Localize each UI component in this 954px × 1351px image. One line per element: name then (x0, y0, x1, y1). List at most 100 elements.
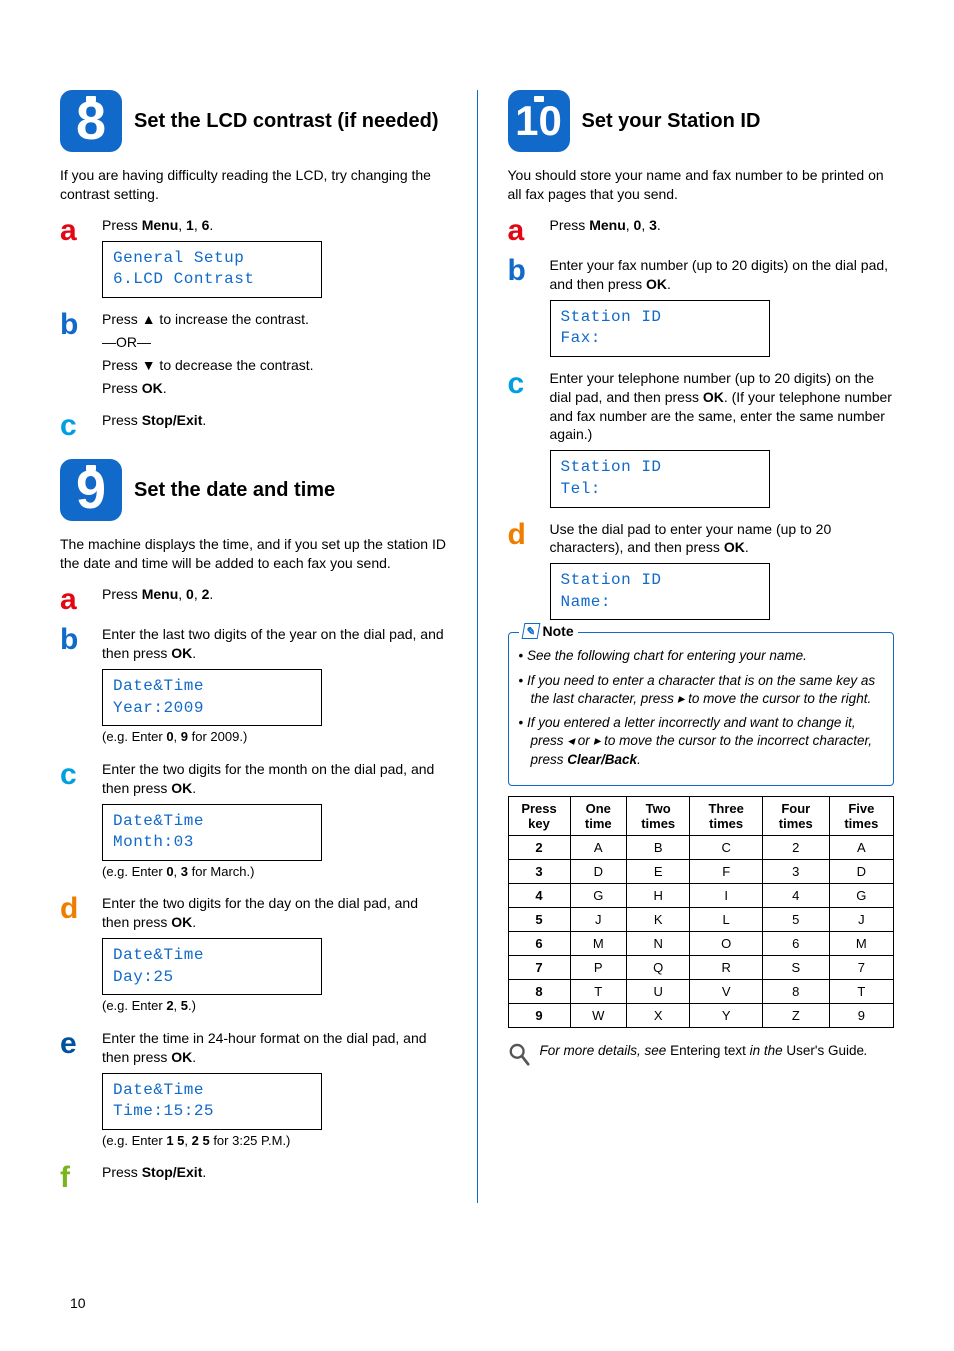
table-cell: 9 (508, 1003, 570, 1027)
table-row: 2ABC2A (508, 835, 894, 859)
step-10c-letter: c (508, 369, 536, 510)
note-box: ✎ Note See the following chart for enter… (508, 632, 895, 785)
step-9c-letter: c (60, 760, 88, 885)
table-cell: K (626, 907, 689, 931)
table-cell: J (570, 907, 626, 931)
step-9b-text: Enter the last two digits of the year on… (102, 625, 447, 750)
table-cell: Q (626, 955, 689, 979)
table-cell: I (690, 883, 763, 907)
table-cell: U (626, 979, 689, 1003)
table-cell: G (829, 883, 893, 907)
lcd-8a: General Setup 6.LCD Contrast (102, 241, 322, 298)
table-cell: M (570, 931, 626, 955)
page-number: 10 (70, 1295, 86, 1311)
lcd-10b: Station ID Fax: (550, 300, 770, 357)
table-cell: Y (690, 1003, 763, 1027)
lcd-9b: Date&Time Year:2009 (102, 669, 322, 726)
table-header: Five times (829, 796, 893, 835)
table-cell: D (570, 859, 626, 883)
note-label: Note (543, 623, 574, 639)
lcd-9e: Date&Time Time:15:25 (102, 1073, 322, 1130)
step-9d-text: Enter the two digits for the day on the … (102, 894, 447, 1019)
table-cell: P (570, 955, 626, 979)
section-10-title: Set your Station ID (582, 109, 761, 134)
section-9-title: Set the date and time (134, 478, 335, 503)
step-10d-letter: d (508, 520, 536, 623)
table-cell: T (829, 979, 893, 1003)
table-cell: B (626, 835, 689, 859)
down-arrow-icon: ▼ (142, 357, 156, 373)
step-number-8: 8 (60, 90, 122, 152)
table-cell: O (690, 931, 763, 955)
table-cell: D (829, 859, 893, 883)
table-cell: 6 (508, 931, 570, 955)
table-header: Four times (762, 796, 829, 835)
step-10a-letter: a (508, 216, 536, 246)
table-cell: R (690, 955, 763, 979)
step-8a-text: Press Menu, 1, 6. (102, 216, 447, 235)
table-row: 3DEF3D (508, 859, 894, 883)
table-cell: C (690, 835, 763, 859)
table-row: 5JKL5J (508, 907, 894, 931)
section-8-intro: If you are having difficulty reading the… (60, 166, 447, 204)
table-row: 8TUV8T (508, 979, 894, 1003)
table-cell: G (570, 883, 626, 907)
table-row: 9WXYZ9 (508, 1003, 894, 1027)
step-8b-letter: b (60, 310, 88, 402)
table-cell: W (570, 1003, 626, 1027)
table-cell: A (570, 835, 626, 859)
table-cell: M (829, 931, 893, 955)
step-10d-text: Use the dial pad to enter your name (up … (550, 520, 895, 623)
table-cell: 6 (762, 931, 829, 955)
table-cell: 7 (829, 955, 893, 979)
table-cell: X (626, 1003, 689, 1027)
table-cell: 4 (508, 883, 570, 907)
step-9c-text: Enter the two digits for the month on th… (102, 760, 447, 885)
table-row: 4GHI4G (508, 883, 894, 907)
table-cell: 5 (762, 907, 829, 931)
section-9-intro: The machine displays the time, and if yo… (60, 535, 447, 573)
note-item-3: If you entered a letter incorrectly and … (531, 714, 884, 769)
step-8a-letter: a (60, 216, 88, 300)
step-9f-text: Press Stop/Exit. (102, 1163, 447, 1193)
section-8-title: Set the LCD contrast (if needed) (134, 109, 438, 134)
note-item-2: If you need to enter a character that is… (531, 672, 884, 708)
table-header: Two times (626, 796, 689, 835)
table-cell: 4 (762, 883, 829, 907)
table-cell: F (690, 859, 763, 883)
step-9e-letter: e (60, 1029, 88, 1154)
table-cell: H (626, 883, 689, 907)
table-cell: T (570, 979, 626, 1003)
character-entry-table: Press keyOne timeTwo timesThree timesFou… (508, 796, 895, 1028)
magnifier-icon (508, 1042, 530, 1071)
table-header: Three times (690, 796, 763, 835)
step-9a-letter: a (60, 585, 88, 615)
section-10-intro: You should store your name and fax numbe… (508, 166, 895, 204)
table-header: Press key (508, 796, 570, 835)
lcd-10d: Station ID Name: (550, 563, 770, 620)
lcd-9c: Date&Time Month:03 (102, 804, 322, 861)
table-cell: 3 (762, 859, 829, 883)
lcd-10c: Station ID Tel: (550, 450, 770, 507)
step-10c-text: Enter your telephone number (up to 20 di… (550, 369, 895, 510)
step-10b-letter: b (508, 256, 536, 359)
table-cell: 9 (829, 1003, 893, 1027)
step-9d-letter: d (60, 894, 88, 1019)
step-10b-text: Enter your fax number (up to 20 digits) … (550, 256, 895, 359)
table-row: 7PQRS7 (508, 955, 894, 979)
step-9a-text: Press Menu, 0, 2. (102, 585, 447, 615)
table-cell: E (626, 859, 689, 883)
step-10a-text: Press Menu, 0, 3. (550, 216, 895, 246)
up-arrow-icon: ▲ (142, 311, 156, 327)
table-cell: L (690, 907, 763, 931)
table-cell: 3 (508, 859, 570, 883)
table-cell: N (626, 931, 689, 955)
step-8c-letter: c (60, 411, 88, 441)
table-cell: S (762, 955, 829, 979)
table-cell: J (829, 907, 893, 931)
table-cell: 8 (762, 979, 829, 1003)
step-9f-letter: f (60, 1163, 88, 1193)
step-9b-letter: b (60, 625, 88, 750)
table-cell: 2 (508, 835, 570, 859)
step-number-9: 9 (60, 459, 122, 521)
